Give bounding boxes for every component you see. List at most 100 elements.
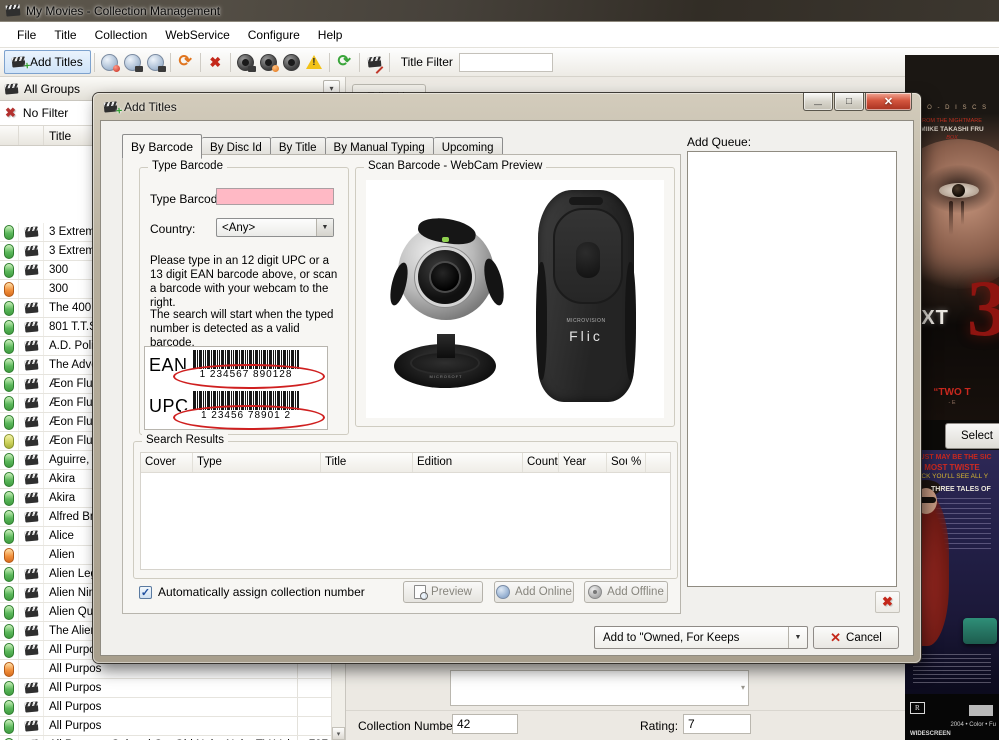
disc-dark-plain-button[interactable] <box>280 51 303 73</box>
column-header[interactable]: Source <box>607 453 627 472</box>
status-icon <box>4 662 14 677</box>
column-header[interactable]: % <box>627 453 646 472</box>
rating-input[interactable] <box>683 714 751 734</box>
column-header[interactable]: Cover <box>141 453 193 472</box>
menu-item[interactable]: Collection <box>86 22 157 47</box>
auto-assign-checkbox[interactable] <box>139 586 152 599</box>
disc-film-button[interactable] <box>121 51 144 73</box>
disc-globe-red-icon <box>101 54 118 71</box>
close-button[interactable] <box>865 93 912 111</box>
dialog-tab[interactable]: By Barcode <box>122 134 202 159</box>
disc-film-button-2[interactable] <box>144 51 167 73</box>
film-icon <box>24 701 38 712</box>
warning-button[interactable] <box>303 51 326 73</box>
dialog-titlebar: Add Titles <box>104 100 177 114</box>
scanner-model-text: Flic <box>538 328 634 344</box>
delete-button[interactable]: ✖ <box>204 51 227 73</box>
add-offline-button[interactable]: Add Offline <box>584 581 668 603</box>
add-titles-button[interactable]: Add Titles <box>4 50 91 74</box>
toolbar-separator <box>170 53 171 72</box>
status-icon <box>4 282 14 297</box>
column-header[interactable]: Edition <box>413 453 523 472</box>
country-label: Country: <box>150 222 195 236</box>
edit-title-button[interactable] <box>363 51 386 73</box>
add-queue-label: Add Queue: <box>687 135 751 149</box>
column-header[interactable]: Type <box>193 453 321 472</box>
disc-dark-film-button[interactable] <box>234 51 257 73</box>
list-item[interactable]: All Purpos <box>0 698 333 717</box>
scanner-brand-text: MICROVISION <box>538 318 634 324</box>
disc-dark-orange-button[interactable] <box>257 51 280 73</box>
country-select[interactable]: <Any> <box>216 218 334 237</box>
status-icon <box>4 586 14 601</box>
status-icon <box>4 453 14 468</box>
status-icon <box>4 624 14 639</box>
screen: My Movies - Collection Management FileTi… <box>0 0 999 740</box>
toolbar: Add Titles ⟳ ✖ ⟳ Title Filter <box>0 48 999 77</box>
menu-item[interactable]: Title <box>45 22 85 47</box>
webcam-stem-art <box>437 334 455 358</box>
add-online-button[interactable]: Add Online <box>494 581 574 603</box>
status-cell <box>0 565 19 583</box>
barcode-sample-image: EAN 1 234567 890128 UPC 1 23456 78901 2 <box>144 346 328 430</box>
title-cell: All Purpos <box>44 717 298 735</box>
column-header[interactable]: Title <box>321 453 413 472</box>
disc-globe-red-button[interactable] <box>98 51 121 73</box>
add-to-split-button[interactable]: Add to "Owned, For Keeps <box>594 626 808 649</box>
chevron-down-icon[interactable] <box>788 627 807 648</box>
collection-number-input[interactable] <box>452 714 518 734</box>
cancel-button[interactable]: Cancel <box>813 626 899 649</box>
queue-delete-button[interactable] <box>875 591 900 613</box>
maximize-button[interactable] <box>834 93 864 111</box>
type-cell <box>19 660 44 678</box>
status-cell <box>0 261 19 279</box>
type-cell <box>19 584 44 602</box>
menu-item[interactable]: Help <box>309 22 352 47</box>
menu-item[interactable]: Configure <box>239 22 309 47</box>
film-icon <box>24 682 38 693</box>
red-ellipse-icon <box>173 364 325 389</box>
film-icon <box>24 378 38 389</box>
film-icon <box>24 321 38 332</box>
update-button[interactable]: ⟳ <box>174 51 197 73</box>
barcode-input[interactable] <box>216 188 334 205</box>
list-item[interactable]: All Purpos <box>0 679 333 698</box>
film-icon <box>24 511 38 522</box>
preview-button[interactable]: Preview <box>403 581 483 603</box>
column-header[interactable]: Year <box>559 453 607 472</box>
status-cell <box>0 375 19 393</box>
minimize-button[interactable] <box>803 93 833 111</box>
refresh-arrows-icon: ⟳ <box>179 54 192 70</box>
type-cell <box>19 451 44 469</box>
film-icon <box>24 720 38 731</box>
list-item[interactable]: All Purpos <box>0 717 333 736</box>
dialog-title: Add Titles <box>124 100 177 114</box>
webcam-brand-text: MICROSOFT <box>390 374 502 379</box>
type-column-header[interactable] <box>19 126 44 145</box>
status-icon <box>4 643 14 658</box>
add-queue-list[interactable] <box>687 151 897 587</box>
scroll-down-icon[interactable] <box>332 727 345 740</box>
title-filter-input[interactable] <box>459 53 553 72</box>
column-header[interactable]: Country <box>523 453 559 472</box>
sync-button[interactable]: ⟳ <box>333 51 356 73</box>
clapper-icon <box>5 83 19 94</box>
status-icon <box>4 700 14 715</box>
type-cell <box>19 679 44 697</box>
select-button[interactable]: Select <box>945 423 999 449</box>
type-cell <box>19 489 44 507</box>
menu-item[interactable]: File <box>8 22 45 47</box>
ean-sample: EAN 1 234567 890128 <box>145 347 327 388</box>
instructions-1: Please type in an 12 digit UPC or a 13 d… <box>150 254 338 310</box>
type-cell <box>19 622 44 640</box>
status-column-header[interactable] <box>0 126 19 145</box>
menu-item[interactable]: WebService <box>156 22 238 47</box>
list-item[interactable]: All Purpose Cultural Cat Girl Nuku Nuku … <box>0 736 333 740</box>
type-cell <box>19 242 44 260</box>
chevron-down-icon[interactable] <box>316 219 333 236</box>
type-barcode-group: Type Barcode Type Barcode: Country: <Any… <box>139 167 349 435</box>
film-icon <box>24 340 38 351</box>
film-icon <box>24 473 38 484</box>
search-results-table[interactable]: CoverTypeTitleEditionCountryYearSource% <box>140 452 671 570</box>
notes-textarea[interactable] <box>450 670 749 706</box>
